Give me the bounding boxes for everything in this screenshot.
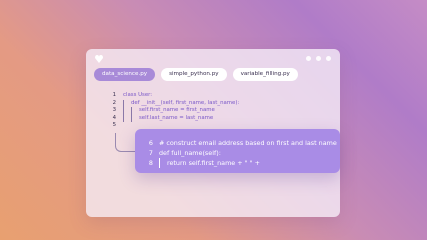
- line-number: 8: [148, 159, 153, 167]
- window-dot-3[interactable]: [326, 56, 331, 61]
- line-number: 5: [112, 122, 116, 128]
- indent-guide: [131, 107, 132, 115]
- indent-guide: [123, 114, 124, 122]
- tab-data-science[interactable]: data_science.py: [94, 68, 156, 81]
- code-editor[interactable]: 1 class User: 2 def __init__(self, first…: [106, 92, 240, 130]
- suggestion-line: 6 # construct email address based on fir…: [142, 138, 337, 148]
- code-line: 4 self.last_name = last_name: [106, 114, 239, 122]
- line-number: 1: [112, 92, 116, 98]
- tab-variable-filling[interactable]: variable_filling.py: [232, 68, 298, 81]
- code-text: class User:: [123, 92, 153, 98]
- code-line: 1 class User:: [106, 92, 239, 100]
- ai-suggestion-popup[interactable]: 6 # construct email address based on fir…: [135, 129, 340, 173]
- app-logo-icon: [95, 55, 103, 63]
- file-tabs: data_science.py simple_python.py variabl…: [94, 68, 298, 81]
- indent-guide: [123, 99, 124, 107]
- indent-guide: [131, 114, 132, 122]
- window-dot-1[interactable]: [306, 56, 311, 61]
- line-number: 2: [112, 99, 116, 106]
- line-number: 7: [148, 149, 153, 157]
- window-controls: [306, 56, 331, 61]
- suggestion-text: # construct email address based on first…: [159, 139, 337, 147]
- suggestion-text: return self.first_name + " " +: [167, 159, 260, 167]
- indent-guide: [123, 107, 124, 115]
- line-number: 3: [112, 107, 116, 113]
- code-line: 3 self.first_name = first_name: [106, 107, 239, 115]
- tab-simple-python[interactable]: simple_python.py: [161, 68, 227, 81]
- code-line: 2 def __init__(self, first_name, last_na…: [106, 99, 240, 107]
- suggestion-line: 8 return self.first_name + " " +: [142, 158, 337, 168]
- code-text: self.first_name = first_name: [139, 107, 215, 113]
- code-text: self.last_name = last_name: [139, 114, 214, 121]
- code-text: def __init__(self, first_name, last_name…: [131, 99, 240, 106]
- line-number: 6: [148, 139, 153, 147]
- suggestion-text: def full_name(self):: [159, 149, 221, 157]
- indent-guide: [159, 158, 160, 168]
- window-dot-2[interactable]: [316, 56, 321, 61]
- suggestion-line: 7 def full_name(self):: [142, 148, 337, 158]
- code-fold-bracket: [115, 133, 136, 152]
- line-number: 4: [112, 114, 116, 121]
